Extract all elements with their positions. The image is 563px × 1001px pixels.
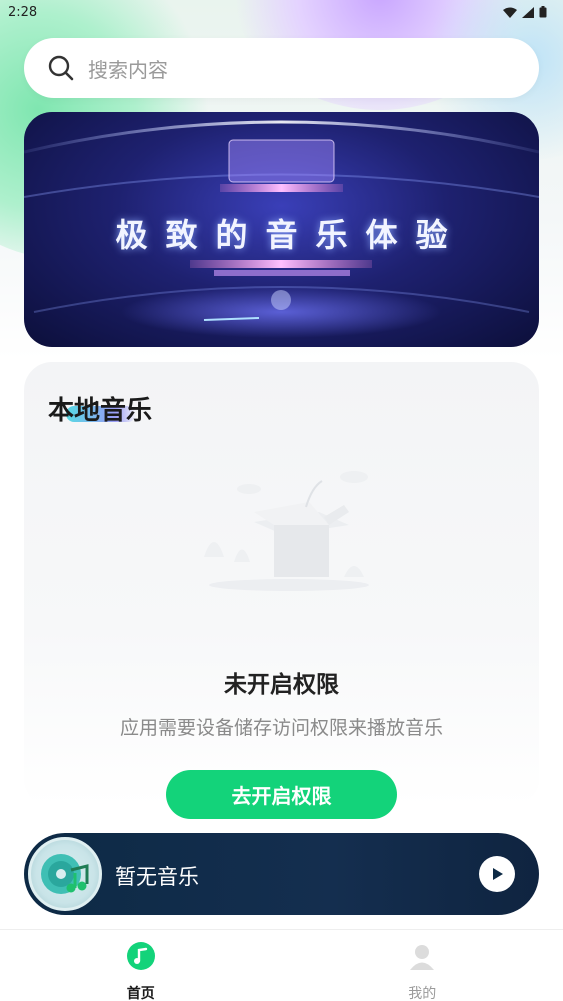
nav-item-mine[interactable]: 我的 (282, 930, 563, 1001)
status-time: 2:28 (8, 4, 38, 20)
nav-label-home: 首页 (126, 986, 155, 1001)
signal-icon (522, 6, 534, 18)
user-icon (407, 941, 437, 971)
wifi-icon (503, 7, 517, 18)
play-icon (493, 868, 503, 880)
status-icons (503, 6, 547, 18)
album-cover (28, 837, 102, 911)
promo-banner[interactable]: 极致的音乐体验 (24, 112, 539, 347)
banner-title: 极致的音乐体验 (115, 216, 466, 254)
battery-icon (539, 6, 547, 18)
disc-music-icon (41, 854, 89, 894)
nav-item-home[interactable]: 首页 (0, 930, 282, 1001)
mini-player[interactable]: 暂无音乐 (24, 833, 539, 915)
music-note-icon (126, 941, 156, 971)
local-music-title: 本地音乐 (48, 396, 153, 426)
nav-label-mine: 我的 (408, 986, 437, 1001)
search-icon (48, 55, 74, 81)
empty-state-description: 应用需要设备储存访问权限来播放音乐 (119, 717, 443, 739)
local-music-card: 本地音乐 未开启权限 应用需要设备储存访问权限来播放音乐 (24, 362, 539, 807)
search-input[interactable]: 搜索内容 (88, 54, 168, 83)
player-track-title: 暂无音乐 (115, 865, 199, 889)
grant-permission-button[interactable]: 去开启权限 (166, 770, 397, 819)
search-bar[interactable]: 搜索内容 (24, 38, 539, 98)
bottom-navigation: 首页 我的 (0, 929, 563, 1001)
empty-state-title: 未开启权限 (224, 672, 339, 698)
play-button[interactable] (479, 856, 515, 892)
status-bar: 2:28 (0, 0, 563, 24)
empty-box-icon (204, 471, 369, 591)
